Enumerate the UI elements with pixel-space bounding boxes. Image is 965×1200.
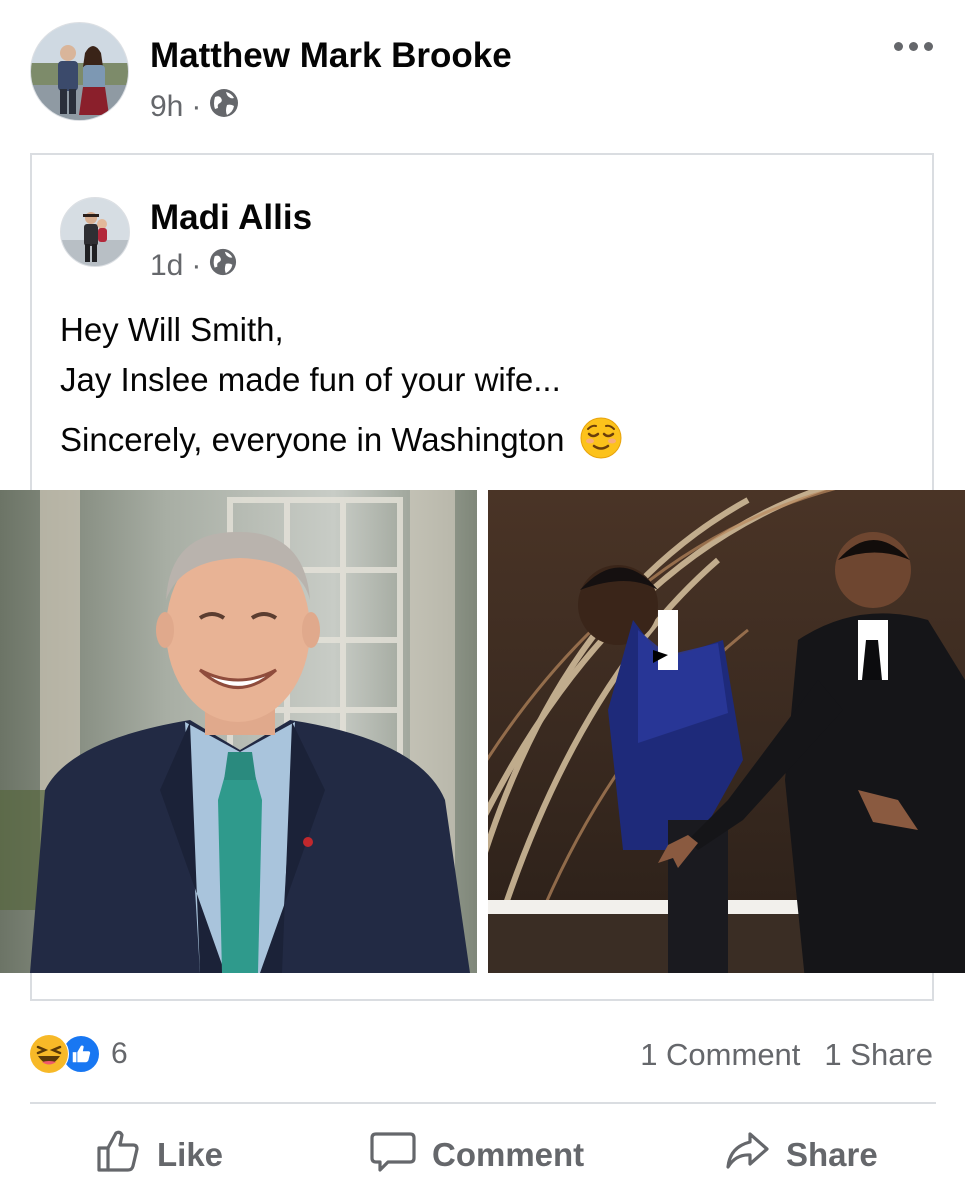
relieved-face-emoji	[580, 417, 622, 459]
haha-icon	[29, 1034, 69, 1074]
post-meta: 9h ·	[150, 88, 239, 126]
comment-button[interactable]: Comment	[370, 1128, 584, 1182]
shared-post-text: Hey Will Smith, Jay Inslee made fun of y…	[60, 305, 622, 465]
stage-photo[interactable]	[488, 490, 965, 973]
text-line: Jay Inslee made fun of your wife...	[60, 361, 561, 398]
more-options-icon[interactable]	[894, 42, 933, 51]
text-line: Sincerely, everyone in Washington	[60, 421, 565, 458]
like-button[interactable]: Like	[95, 1128, 223, 1182]
like-label: Like	[157, 1136, 224, 1173]
author-avatar[interactable]	[30, 22, 129, 121]
comment-label: Comment	[432, 1136, 585, 1173]
shared-post-meta: 1d ·	[150, 248, 237, 284]
meta-separator: ·	[191, 90, 202, 123]
reaction-count[interactable]: 6	[111, 1037, 128, 1071]
globe-icon[interactable]	[209, 88, 239, 126]
reactions-summary[interactable]: 6	[29, 1034, 128, 1074]
share-arrow-icon	[724, 1128, 770, 1182]
thumbs-up-icon	[95, 1128, 141, 1182]
text-line: Hey Will Smith,	[60, 311, 284, 348]
post-time[interactable]: 9h	[150, 90, 183, 124]
shares-count[interactable]: 1 Share	[824, 1037, 933, 1073]
meta-separator: ·	[191, 249, 202, 282]
share-button[interactable]: Share	[724, 1128, 878, 1182]
shared-post-time[interactable]: 1d	[150, 249, 183, 283]
share-label: Share	[786, 1136, 878, 1173]
engagement-stats: 1 Comment 1 Share	[640, 1037, 933, 1073]
author-name[interactable]: Matthew Mark Brooke	[150, 36, 512, 76]
portrait-photo[interactable]	[0, 490, 477, 973]
shared-author-avatar[interactable]	[60, 197, 130, 267]
comment-icon	[370, 1128, 416, 1182]
comments-count[interactable]: 1 Comment	[640, 1037, 800, 1073]
globe-icon[interactable]	[209, 248, 237, 284]
divider	[30, 1102, 936, 1104]
shared-author-name[interactable]: Madi Allis	[150, 198, 312, 238]
